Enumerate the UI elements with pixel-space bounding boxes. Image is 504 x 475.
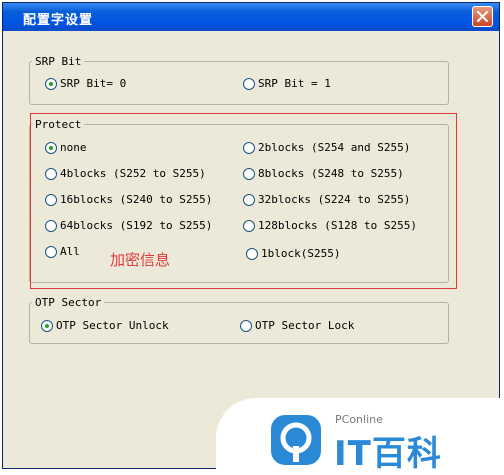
radio-icon (45, 193, 57, 206)
protect-option-8blocks[interactable]: 8blocks (S248 to S255) (243, 167, 404, 180)
title-bar[interactable]: 配置字设置 (3, 3, 499, 31)
protect-option-16blocks[interactable]: 16blocks (S240 to S255) (45, 193, 212, 206)
radio-icon (243, 77, 255, 90)
otp-sector-lock-radio[interactable]: OTP Sector Lock (240, 319, 354, 332)
window-title: 配置字设置 (23, 13, 94, 28)
radio-icon (41, 319, 53, 332)
close-icon (477, 11, 488, 22)
encryption-annotation: 加密信息 (110, 251, 171, 269)
radio-icon (45, 245, 57, 258)
srp-bit-group-label: SRP Bit (35, 55, 82, 68)
radio-icon (243, 219, 255, 232)
radio-icon (45, 219, 57, 232)
protect-option-none[interactable]: none (45, 141, 87, 154)
protect-option-64blocks[interactable]: 64blocks (S192 to S255) (45, 219, 212, 232)
protect-option-32blocks[interactable]: 32blocks (S224 to S255) (243, 193, 410, 206)
srp-bit-1-radio[interactable]: SRP Bit = 1 (243, 77, 331, 90)
radio-icon (243, 167, 255, 180)
protect-option-128blocks[interactable]: 128blocks (S128 to S255) (243, 219, 417, 232)
radio-icon (246, 247, 258, 260)
protect-option-4blocks[interactable]: 4blocks (S252 to S255) (45, 167, 206, 180)
protect-option-1block[interactable]: 1block(S255) (246, 247, 340, 260)
radio-icon (45, 167, 57, 180)
otp-sector-unlock-radio[interactable]: OTP Sector Unlock (41, 319, 169, 332)
protect-option-2blocks[interactable]: 2blocks (S254 and S255) (243, 141, 410, 154)
radio-icon (240, 319, 252, 332)
watermark-brand-text: IT百科 (334, 434, 442, 474)
otp-sector-group-label: OTP Sector (35, 296, 102, 309)
watermark-small-text: PConline (335, 413, 383, 426)
srp-bit-0-radio[interactable]: SRP Bit= 0 (45, 77, 126, 90)
radio-icon (45, 141, 57, 154)
pconline-logo-icon (271, 415, 321, 465)
close-button[interactable] (472, 6, 493, 27)
radio-icon (45, 77, 57, 90)
radio-icon (243, 141, 255, 154)
protect-option-all[interactable]: All (45, 245, 80, 258)
radio-icon (243, 193, 255, 206)
